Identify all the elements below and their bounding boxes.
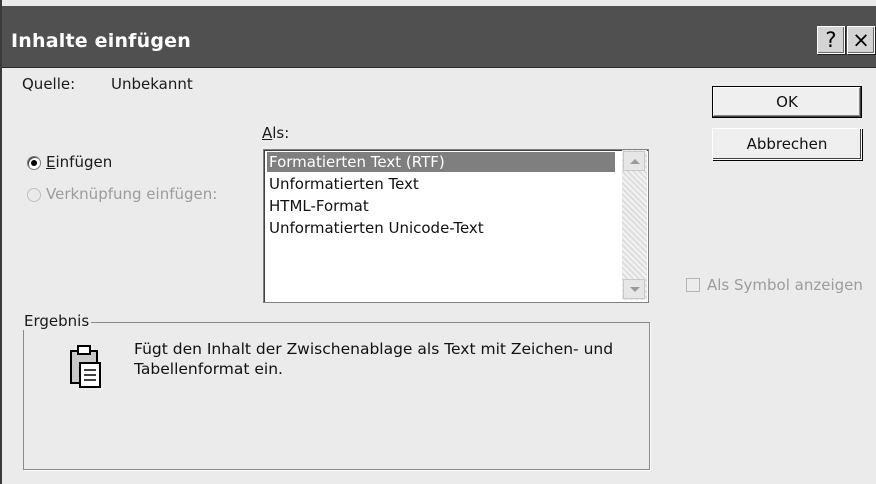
arrow-down-icon — [630, 287, 640, 292]
list-scrollbar[interactable] — [622, 150, 647, 300]
close-button[interactable]: × — [847, 26, 875, 54]
dialog-title: Inhalte einfügen — [11, 30, 191, 52]
source-label: Quelle: — [22, 75, 76, 93]
paste-special-dialog: Inhalte einfügen ? × Quelle: Unbekannt A… — [0, 0, 876, 484]
cancel-button[interactable]: Abbrechen — [712, 128, 862, 160]
format-item-unicode-text[interactable]: Unformatierten Unicode-Text — [267, 218, 486, 238]
format-item-plain-text[interactable]: Unformatierten Text — [267, 174, 421, 194]
source-value: Unbekannt — [111, 75, 193, 93]
radio-paste-button[interactable] — [27, 156, 41, 170]
display-as-icon-label[interactable]: Als Symbol anzeigen — [707, 276, 863, 294]
title-bar[interactable]: Inhalte einfügen ? × — [2, 6, 876, 68]
format-item-rtf[interactable]: Formatierten Text (RTF) — [267, 152, 615, 172]
help-button[interactable]: ? — [817, 26, 845, 54]
display-as-icon-box[interactable] — [686, 278, 700, 292]
radio-paste-label[interactable]: Einfügen — [46, 153, 112, 171]
result-description: Fügt den Inhalt der Zwischenablage als T… — [134, 340, 614, 378]
close-icon: × — [852, 28, 870, 52]
radio-paste-link-button[interactable] — [27, 188, 41, 202]
result-group-title: Ergebnis — [22, 312, 92, 330]
arrow-up-icon — [630, 159, 640, 164]
radio-paste-link-label[interactable]: Verknüpfung einfügen: — [46, 185, 217, 203]
question-mark-icon: ? — [825, 28, 837, 52]
ok-button[interactable]: OK — [712, 86, 862, 118]
clipboard-paste-icon — [70, 345, 101, 388]
scroll-up-button[interactable] — [623, 151, 645, 171]
scroll-down-button[interactable] — [623, 279, 645, 299]
as-label: Als: — [262, 124, 290, 142]
format-item-html[interactable]: HTML-Format — [267, 196, 371, 216]
format-list[interactable]: Formatierten Text (RTF) Unformatierten T… — [263, 149, 649, 303]
